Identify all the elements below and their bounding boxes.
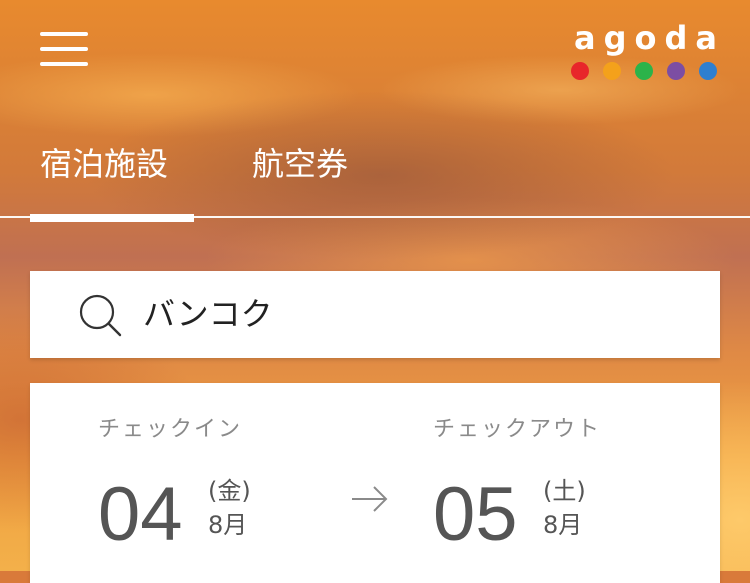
checkin-day: 04 bbox=[98, 472, 183, 557]
active-tab-indicator bbox=[30, 214, 194, 222]
logo-text: agoda bbox=[574, 19, 725, 57]
search-icon bbox=[79, 294, 122, 337]
checkout-weekday: (土) bbox=[543, 477, 586, 505]
agoda-logo: agoda bbox=[568, 18, 720, 80]
destination-search-box[interactable] bbox=[30, 271, 720, 358]
tab-hotels[interactable]: 宿泊施設 bbox=[40, 140, 168, 188]
checkin-date[interactable]: チェックイン 04 (金) 8月 bbox=[98, 415, 328, 565]
product-tabs: 宿泊施設 航空券 bbox=[0, 140, 750, 222]
checkout-date[interactable]: チェックアウト 05 (土) 8月 bbox=[433, 415, 673, 565]
checkout-label: チェックアウト bbox=[433, 417, 602, 442]
menu-bar bbox=[40, 32, 88, 36]
logo-dot-purple bbox=[667, 62, 685, 80]
checkin-label: チェックイン bbox=[98, 417, 243, 442]
logo-dot-red bbox=[571, 62, 589, 80]
tab-flights[interactable]: 航空券 bbox=[252, 140, 348, 188]
checkout-month: 8月 bbox=[543, 511, 583, 539]
arrow-right-icon bbox=[352, 486, 388, 512]
logo-dots bbox=[568, 58, 720, 80]
menu-bar bbox=[40, 62, 88, 66]
checkin-weekday: (金) bbox=[208, 477, 251, 505]
logo-dot-blue bbox=[699, 62, 717, 80]
checkout-day: 05 bbox=[433, 472, 518, 557]
menu-bar bbox=[40, 47, 88, 51]
hamburger-menu-icon[interactable] bbox=[40, 32, 88, 70]
search-input[interactable]: バンコク bbox=[143, 292, 273, 336]
checkin-month: 8月 bbox=[208, 511, 248, 539]
logo-dot-orange bbox=[603, 62, 621, 80]
logo-dot-green bbox=[635, 62, 653, 80]
